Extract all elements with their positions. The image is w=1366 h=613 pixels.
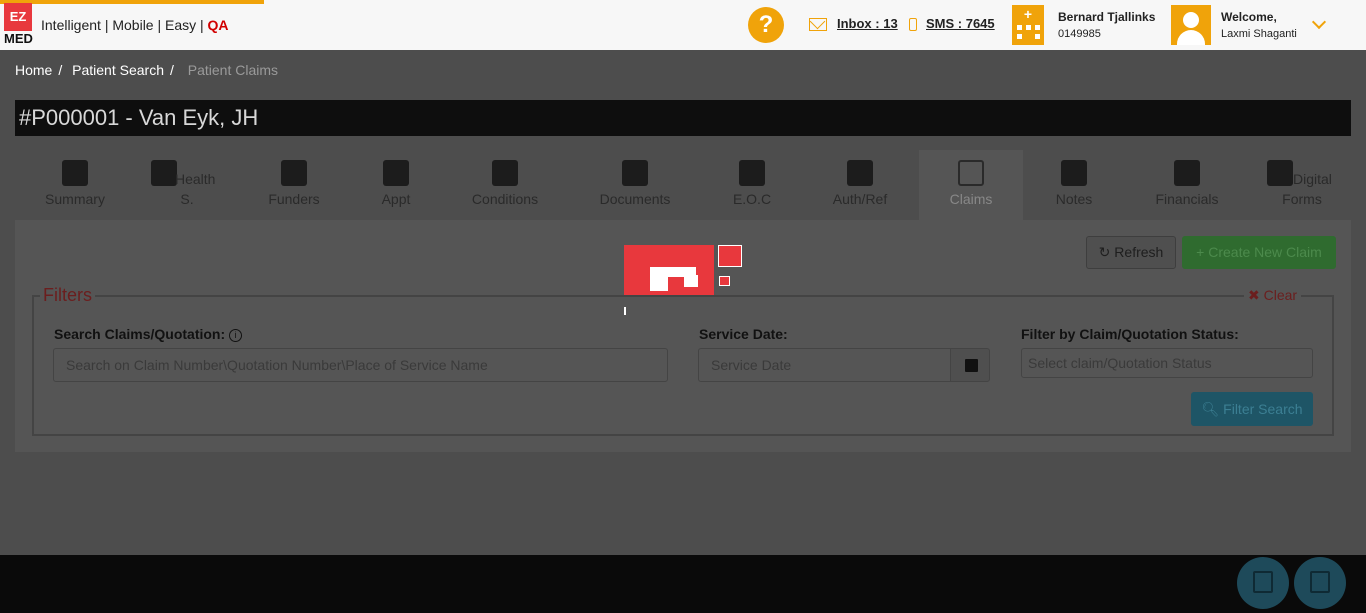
inbox-label: Inbox : 13 (837, 16, 898, 31)
user-md-icon (492, 160, 518, 186)
sms-label: SMS : 7645 (926, 16, 995, 31)
user-name: Laxmi Shaganti (1221, 28, 1297, 40)
tab-label: E.O.C (732, 191, 772, 207)
tab-label: S. (180, 191, 194, 207)
tab-label: Auth/Ref (832, 191, 888, 207)
close-icon: ✖ (1248, 287, 1260, 303)
search-claims-label: Search Claims/Quotation: i (54, 326, 243, 342)
user-avatar-icon[interactable] (1171, 5, 1211, 45)
tab-label: Notes (1055, 191, 1093, 207)
refresh-button[interactable]: ↻ Refresh (1086, 236, 1176, 269)
tab-notes[interactable]: Notes (1027, 150, 1121, 220)
breadcrumb-separator: / (58, 62, 63, 78)
digital-forms-icon (1267, 160, 1293, 186)
inbox-link[interactable]: Inbox : 13 (809, 16, 898, 32)
tab-label: Documents (599, 191, 671, 207)
breadcrumb-home[interactable]: Home (15, 62, 52, 78)
logo-text: MED (4, 31, 33, 46)
sms-link[interactable]: SMS : 7645 (909, 16, 995, 32)
financials-icon (1174, 160, 1200, 186)
patient-title: #P000001 - Van Eyk, JH (15, 100, 1351, 136)
tab-label: Claims (949, 191, 993, 207)
tab-financials[interactable]: Financials (1125, 150, 1249, 220)
filter-search-button[interactable]: 🔍︎ Filter Search (1191, 392, 1313, 426)
refresh-label: Refresh (1114, 244, 1164, 260)
envelope-icon (809, 18, 827, 32)
calendar-check-icon (383, 160, 409, 186)
filter-search-label: Filter Search (1223, 401, 1303, 417)
search-icon: 🔍︎ (1201, 401, 1220, 417)
contacts-fab-button[interactable] (1294, 557, 1346, 609)
hospital-icon[interactable]: + (1012, 5, 1044, 45)
create-new-claim-button[interactable]: + Create New Claim (1182, 236, 1336, 269)
briefcase-icon (622, 160, 648, 186)
tab-label: Digital (1293, 171, 1332, 187)
ezmed-logo[interactable]: EZ MED (4, 3, 34, 47)
practice-name: Bernard Tjallinks (1058, 10, 1156, 24)
breadcrumb-current: Patient Claims (187, 62, 279, 78)
service-date-input[interactable]: Service Date (698, 348, 951, 382)
create-claim-label: Create New Claim (1208, 244, 1322, 260)
key-icon (847, 160, 873, 186)
tab-conditions[interactable]: Conditions (443, 150, 567, 220)
tab-appt[interactable]: Appt (353, 150, 439, 220)
tab-eoc[interactable]: E.O.C (703, 150, 801, 220)
tab-label: Financials (1155, 191, 1219, 207)
tab-documents[interactable]: Documents (571, 150, 699, 220)
tab-summary[interactable]: Summary (15, 150, 135, 220)
welcome-title: Welcome, (1221, 10, 1277, 24)
tab-label: Conditions (471, 191, 539, 207)
search-claims-input[interactable]: Search on Claim Number\Quotation Number\… (53, 348, 668, 382)
tab-label: Forms (1282, 191, 1322, 207)
status-filter-label: Filter by Claim/Quotation Status: (1021, 326, 1239, 342)
footer-bar (0, 555, 1366, 613)
breadcrumb: Home / Patient Search / Patient Claims (15, 62, 278, 78)
tagline-text: Intelligent | Mobile | Easy | (41, 17, 208, 33)
tab-auth-ref[interactable]: Auth/Ref (805, 150, 915, 220)
page-load-progress (0, 0, 264, 4)
chevron-down-icon[interactable] (1311, 14, 1327, 30)
tab-funders[interactable]: Funders (239, 150, 349, 220)
env-badge: QA (207, 17, 229, 33)
top-header: EZ MED Intelligent | Mobile | Easy | QA … (0, 0, 1366, 50)
refresh-icon: ↻ (1098, 244, 1111, 260)
notes-icon (1061, 160, 1087, 186)
tab-label: Summary (45, 191, 105, 207)
date-picker-button[interactable] (950, 348, 990, 382)
address-book-icon (1310, 571, 1330, 593)
breadcrumb-separator: / (169, 62, 174, 78)
tab-digital-forms[interactable]: Digital Forms (1253, 150, 1351, 220)
plus-icon: + (1196, 244, 1205, 260)
calendar-icon (1253, 571, 1273, 593)
calendar-icon (965, 359, 978, 372)
welcome-block[interactable]: Welcome, Laxmi Shaganti (1221, 10, 1297, 40)
clear-label: Clear (1263, 287, 1298, 303)
clear-filters-button[interactable]: ✖ Clear (1244, 287, 1302, 304)
logo-mark: EZ (4, 3, 32, 31)
tab-label: Health (175, 171, 216, 187)
user-md-icon (739, 160, 765, 186)
tab-health-summary[interactable]: Health S. (139, 150, 235, 220)
service-date-label: Service Date: (699, 326, 788, 342)
filters-legend: Filters (40, 285, 95, 306)
calendar-fab-button[interactable] (1237, 557, 1289, 609)
breadcrumb-patient-search[interactable]: Patient Search (72, 62, 164, 78)
info-icon[interactable]: i (229, 329, 243, 342)
mobile-icon (909, 18, 917, 32)
tab-label: Funders (268, 191, 320, 207)
help-button[interactable]: ? (748, 7, 784, 43)
medical-plus-icon (151, 160, 177, 186)
patient-tabs: Summary Health S. Funders Appt Condition… (15, 150, 1351, 220)
practice-code: 0149985 (1058, 28, 1101, 40)
copy-icon (958, 160, 984, 186)
id-card-icon (62, 160, 88, 186)
practice-info[interactable]: Bernard Tjallinks 0149985 (1058, 10, 1155, 40)
app-tagline: Intelligent | Mobile | Easy | QA (41, 17, 229, 33)
tab-claims[interactable]: Claims (919, 150, 1023, 220)
tab-label: Appt (381, 191, 411, 207)
gears-icon (281, 160, 307, 186)
status-select[interactable]: Select claim/Quotation Status (1021, 348, 1313, 378)
